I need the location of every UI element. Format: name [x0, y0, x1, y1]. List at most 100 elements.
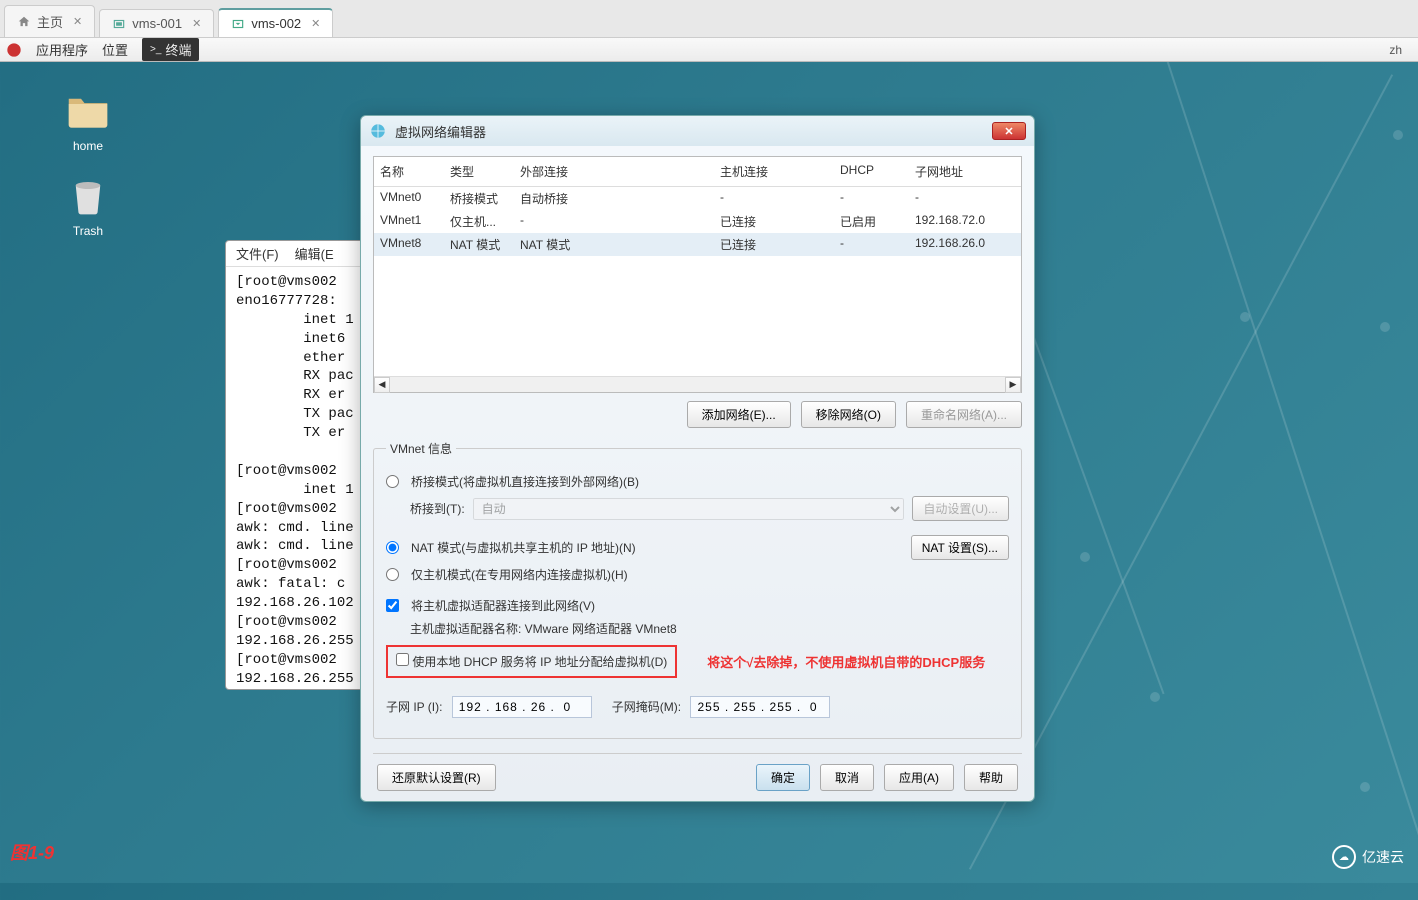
subnet-mask-input[interactable] [690, 696, 830, 718]
ok-button[interactable]: 确定 [756, 764, 810, 791]
dialog-title: 虚拟网络编辑器 [395, 122, 486, 141]
dhcp-highlight-box: 使用本地 DHCP 服务将 IP 地址分配给虚拟机(D) [386, 645, 677, 678]
cell-name: VMnet0 [376, 189, 446, 208]
subnet-mask-label: 子网掩码(M): [612, 700, 681, 714]
nat-mode-label: NAT 模式(与虚拟机共享主机的 IP 地址)(N) [411, 539, 636, 556]
col-name[interactable]: 名称 [376, 161, 446, 182]
cell-dhcp: - [836, 189, 911, 208]
close-icon[interactable]: ✕ [311, 17, 320, 30]
col-dhcp[interactable]: DHCP [836, 161, 911, 182]
host-adapter-checkbox[interactable] [386, 599, 399, 612]
close-icon[interactable]: ✕ [73, 15, 82, 28]
col-subnet[interactable]: 子网地址 [911, 161, 1021, 182]
bridge-to-label: 桥接到(T): [410, 500, 465, 517]
auto-setting-button: 自动设置(U)... [912, 496, 1009, 521]
cell-ext: - [516, 212, 716, 231]
vmnet-info-group: VMnet 信息 桥接模式(将虚拟机直接连接到外部网络)(B) 桥接到(T): … [373, 440, 1022, 739]
brand-text: 亿速云 [1362, 847, 1404, 867]
dialog-close-button[interactable]: ✕ [992, 122, 1026, 140]
trash-icon [67, 175, 109, 217]
cell-ext: 自动桥接 [516, 189, 716, 208]
tab-strip: 主页 ✕ vms-001 ✕ vms-002 ✕ [0, 0, 1418, 38]
tab-vms002[interactable]: vms-002 ✕ [218, 8, 333, 37]
vmnet-legend: VMnet 信息 [386, 440, 456, 457]
bridge-mode-label: 桥接模式(将虚拟机直接连接到外部网络)(B) [411, 473, 639, 490]
desktop-trash-icon[interactable]: Trash [56, 175, 120, 238]
cloud-icon: ☁ [1332, 845, 1356, 869]
desktop-label: Trash [56, 224, 120, 238]
cell-host: 已连接 [716, 235, 836, 254]
host-adapter-label: 将主机虚拟适配器连接到此网络(V) [411, 597, 595, 614]
table-row[interactable]: VMnet0 桥接模式 自动桥接 - - - [374, 187, 1021, 210]
system-icon [6, 42, 22, 58]
terminal-menu-edit[interactable]: 编辑(E [295, 244, 334, 263]
scroll-left-icon[interactable]: ◀ [374, 377, 390, 393]
tab-label: vms-001 [132, 16, 182, 31]
cell-dhcp: - [836, 235, 911, 254]
network-table: 名称 类型 外部连接 主机连接 DHCP 子网地址 VMnet0 桥接模式 自动… [373, 156, 1022, 393]
cell-subnet: 192.168.72.0 [911, 212, 1021, 231]
virtual-network-editor-dialog: 虚拟网络编辑器 ✕ 名称 类型 外部连接 主机连接 DHCP 子网地址 VMne… [360, 115, 1035, 802]
close-icon[interactable]: ✕ [192, 17, 201, 30]
cell-type: 桥接模式 [446, 189, 516, 208]
col-ext[interactable]: 外部连接 [516, 161, 716, 182]
nat-setting-button[interactable]: NAT 设置(S)... [911, 535, 1009, 560]
menu-location[interactable]: 位置 [102, 40, 128, 59]
desktop-label: home [56, 139, 120, 153]
dialog-titlebar[interactable]: 虚拟网络编辑器 ✕ [361, 116, 1034, 146]
horizontal-scrollbar[interactable]: ◀ ▶ [374, 376, 1021, 392]
tab-home[interactable]: 主页 ✕ [4, 5, 95, 37]
apply-button[interactable]: 应用(A) [884, 764, 954, 791]
help-button[interactable]: 帮助 [964, 764, 1018, 791]
cell-subnet: - [911, 189, 1021, 208]
figure-label: 图1-9 [10, 839, 54, 865]
col-type[interactable]: 类型 [446, 161, 516, 182]
restore-defaults-button[interactable]: 还原默认设置(R) [377, 764, 496, 791]
cell-host: - [716, 189, 836, 208]
col-host[interactable]: 主机连接 [716, 161, 836, 182]
cell-dhcp: 已启用 [836, 212, 911, 231]
menu-terminal-label: 终端 [165, 40, 191, 59]
cancel-button[interactable]: 取消 [820, 764, 874, 791]
remove-network-button[interactable]: 移除网络(O) [801, 401, 896, 428]
subnet-ip-label: 子网 IP (I): [386, 700, 442, 714]
bridge-to-select: 自动 [473, 498, 905, 520]
annotation-text: 将这个√去除掉，不使用虚拟机自带的DHCP服务 [707, 652, 985, 671]
cell-type: 仅主机... [446, 212, 516, 231]
cell-type: NAT 模式 [446, 235, 516, 254]
table-header: 名称 类型 外部连接 主机连接 DHCP 子网地址 [374, 157, 1021, 187]
adapter-name-text: 主机虚拟适配器名称: VMware 网络适配器 VMnet8 [410, 620, 677, 637]
folder-icon [67, 90, 109, 132]
cell-subnet: 192.168.26.0 [911, 235, 1021, 254]
add-network-button[interactable]: 添加网络(E)... [687, 401, 791, 428]
scroll-right-icon[interactable]: ▶ [1005, 377, 1021, 393]
home-icon [17, 15, 31, 29]
tab-label: 主页 [37, 12, 63, 31]
terminal-launcher[interactable]: >_ 终端 [142, 38, 199, 61]
hostonly-mode-label: 仅主机模式(在专用网络内连接虚拟机)(H) [411, 566, 628, 583]
bridge-mode-radio[interactable] [386, 475, 399, 488]
dhcp-label: 使用本地 DHCP 服务将 IP 地址分配给虚拟机(D) [412, 655, 667, 669]
cell-name: VMnet1 [376, 212, 446, 231]
language-indicator[interactable]: zh [1389, 43, 1402, 57]
menubar: 应用程序 位置 >_ 终端 zh [0, 38, 1418, 62]
menu-apps[interactable]: 应用程序 [36, 40, 88, 59]
brand-logo: ☁ 亿速云 [1332, 845, 1404, 869]
tab-vms001[interactable]: vms-001 ✕ [99, 9, 214, 37]
dhcp-checkbox[interactable] [396, 653, 409, 666]
table-row[interactable]: VMnet8 NAT 模式 NAT 模式 已连接 - 192.168.26.0 [374, 233, 1021, 256]
vm-icon [231, 17, 245, 31]
table-row[interactable]: VMnet1 仅主机... - 已连接 已启用 192.168.72.0 [374, 210, 1021, 233]
tab-label: vms-002 [251, 16, 301, 31]
cell-name: VMnet8 [376, 235, 446, 254]
desktop-home-icon[interactable]: home [56, 90, 120, 153]
terminal-menu-file[interactable]: 文件(F) [236, 244, 279, 263]
cell-host: 已连接 [716, 212, 836, 231]
nat-mode-radio[interactable] [386, 541, 399, 554]
rename-network-button: 重命名网络(A)... [906, 401, 1022, 428]
vm-icon [112, 17, 126, 31]
subnet-ip-input[interactable] [452, 696, 592, 718]
cell-ext: NAT 模式 [516, 235, 716, 254]
hostonly-mode-radio[interactable] [386, 568, 399, 581]
network-icon [369, 122, 387, 140]
